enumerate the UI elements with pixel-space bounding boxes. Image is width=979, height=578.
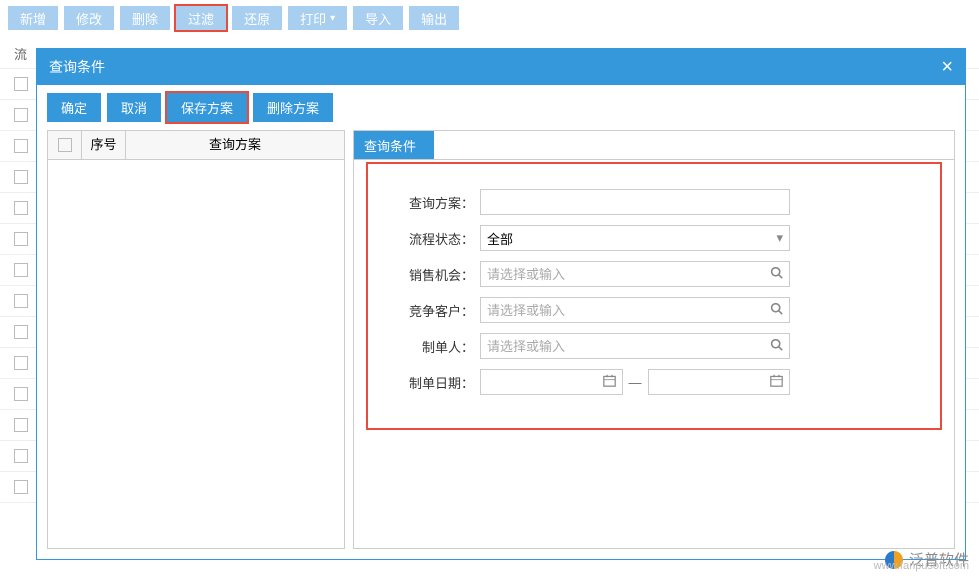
ok-button[interactable]: 确定 bbox=[47, 93, 101, 122]
opportunity-input[interactable] bbox=[480, 261, 790, 287]
competitor-input[interactable] bbox=[480, 297, 790, 323]
search-icon[interactable] bbox=[770, 302, 783, 318]
status-value: 全部 bbox=[487, 229, 513, 248]
status-select[interactable]: 全部 ▾ bbox=[480, 225, 790, 251]
row-checkbox[interactable] bbox=[14, 449, 28, 463]
save-plan-button[interactable]: 保存方案 bbox=[167, 93, 247, 122]
plan-label: 查询方案： bbox=[394, 193, 474, 212]
delete-plan-button[interactable]: 删除方案 bbox=[253, 93, 333, 122]
close-icon[interactable]: × bbox=[941, 56, 953, 79]
date-from-input[interactable] bbox=[480, 369, 623, 395]
main-toolbar: 新增 修改 删除 过滤 还原 打印 导入 输出 bbox=[0, 0, 979, 36]
plan-list-header: 序号 查询方案 bbox=[48, 131, 344, 160]
search-icon[interactable] bbox=[770, 266, 783, 282]
search-icon[interactable] bbox=[770, 338, 783, 354]
row-checkbox[interactable] bbox=[14, 387, 28, 401]
filter-modal: 查询条件 × 确定 取消 保存方案 删除方案 序号 查询方案 查询条件 查询方案… bbox=[36, 48, 966, 560]
calendar-icon[interactable] bbox=[603, 374, 616, 390]
row-checkbox[interactable] bbox=[14, 325, 28, 339]
flow-label: 流 bbox=[14, 44, 27, 63]
row-checkbox[interactable] bbox=[14, 77, 28, 91]
import-button[interactable]: 导入 bbox=[353, 6, 403, 30]
select-all-checkbox[interactable] bbox=[58, 138, 72, 152]
export-button[interactable]: 输出 bbox=[409, 6, 459, 30]
modal-header: 查询条件 × bbox=[37, 49, 965, 85]
filter-button[interactable]: 过滤 bbox=[176, 6, 226, 30]
date-label: 制单日期： bbox=[394, 373, 474, 392]
row-checkbox[interactable] bbox=[14, 139, 28, 153]
plan-list-body bbox=[48, 160, 344, 548]
plan-list-pane: 序号 查询方案 bbox=[47, 130, 345, 549]
watermark: 泛普软件 www.fanpusoft.com bbox=[885, 549, 969, 570]
date-separator: — bbox=[629, 375, 642, 390]
row-checkbox[interactable] bbox=[14, 232, 28, 246]
chevron-down-icon[interactable]: ▾ bbox=[776, 230, 783, 246]
criteria-form: 查询方案： 流程状态： 全部 ▾ 销售机会： bbox=[374, 170, 934, 422]
row-checkbox[interactable] bbox=[14, 201, 28, 215]
row-checkbox[interactable] bbox=[14, 356, 28, 370]
row-checkbox[interactable] bbox=[14, 480, 28, 494]
edit-button[interactable]: 修改 bbox=[64, 6, 114, 30]
cancel-button[interactable]: 取消 bbox=[107, 93, 161, 122]
row-checkbox[interactable] bbox=[14, 108, 28, 122]
row-checkbox[interactable] bbox=[14, 418, 28, 432]
status-label: 流程状态： bbox=[394, 229, 474, 248]
col-plan: 查询方案 bbox=[126, 131, 344, 159]
modal-title: 查询条件 bbox=[49, 57, 105, 77]
new-button[interactable]: 新增 bbox=[8, 6, 58, 30]
opportunity-label: 销售机会： bbox=[394, 265, 474, 284]
maker-input[interactable] bbox=[480, 333, 790, 359]
plan-input[interactable] bbox=[480, 189, 790, 215]
modal-toolbar: 确定 取消 保存方案 删除方案 bbox=[37, 85, 965, 130]
criteria-pane: 查询条件 查询方案： 流程状态： 全部 ▾ 销售机会： bbox=[353, 130, 955, 549]
date-to-input[interactable] bbox=[648, 369, 791, 395]
brand-url: www.fanpusoft.com bbox=[874, 560, 969, 572]
competitor-label: 竞争客户： bbox=[394, 301, 474, 320]
row-checkbox[interactable] bbox=[14, 263, 28, 277]
calendar-icon[interactable] bbox=[770, 374, 783, 390]
restore-button[interactable]: 还原 bbox=[232, 6, 282, 30]
print-button[interactable]: 打印 bbox=[288, 6, 347, 30]
row-checkbox[interactable] bbox=[14, 294, 28, 308]
maker-label: 制单人： bbox=[394, 337, 474, 356]
criteria-tab[interactable]: 查询条件 bbox=[354, 131, 434, 159]
col-number: 序号 bbox=[82, 131, 126, 159]
delete-button[interactable]: 删除 bbox=[120, 6, 170, 30]
row-checkbox[interactable] bbox=[14, 170, 28, 184]
